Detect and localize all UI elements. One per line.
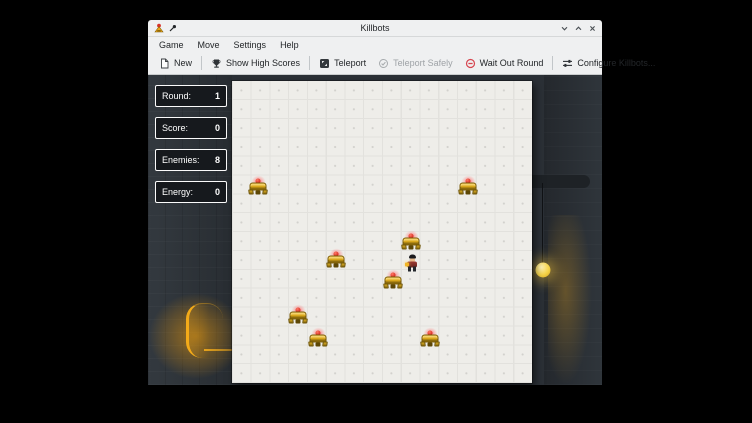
- robot-tread-left: [383, 284, 389, 289]
- stat-round-value: 1: [215, 91, 220, 101]
- menu-game[interactable]: Game: [152, 39, 191, 51]
- robot-tread-left: [308, 342, 314, 347]
- menu-settings[interactable]: Settings: [227, 39, 274, 51]
- enemy-robot: [459, 179, 478, 196]
- trophy-icon: [211, 58, 222, 69]
- robot-tread-left: [401, 245, 407, 250]
- toolbar-button-label: Teleport Safely: [393, 58, 453, 68]
- robot-foot: [316, 343, 321, 347]
- teleport-icon: [319, 58, 330, 69]
- toolbar-button-label: Configure Killbots...: [577, 58, 655, 68]
- robot-tread-right: [415, 245, 421, 250]
- enemy-robot: [309, 331, 328, 348]
- window-content: Round: 1 Score: 0 Enemies: 8 Energy: 0: [148, 75, 602, 385]
- enemy-robot: [384, 273, 403, 290]
- stat-enemies: Enemies: 8: [155, 149, 227, 171]
- stat-energy: Energy: 0: [155, 181, 227, 203]
- toolbar-button-label: Wait Out Round: [480, 58, 544, 68]
- robot-tread-right: [322, 342, 328, 347]
- stat-energy-value: 0: [215, 187, 220, 197]
- configure-icon: [562, 58, 573, 69]
- robot-foot: [256, 191, 261, 195]
- toolbar-button-teleport-safely[interactable]: Teleport Safely: [372, 56, 459, 71]
- stat-enemies-value: 8: [215, 155, 220, 165]
- robot-foot: [391, 285, 396, 289]
- robot-tread-left: [458, 190, 464, 195]
- toolbar-separator: [552, 56, 553, 70]
- enemy-robot: [421, 331, 440, 348]
- robot-foot: [409, 246, 414, 250]
- stat-score-value: 0: [215, 123, 220, 133]
- theme-lamp-ball: [536, 263, 551, 278]
- titlebar[interactable]: Killbots: [148, 20, 602, 37]
- menu-help[interactable]: Help: [273, 39, 306, 51]
- toolbar-button-teleport[interactable]: Teleport: [313, 56, 372, 71]
- window-title: Killbots: [148, 23, 602, 33]
- minimize-button[interactable]: [560, 24, 569, 33]
- stat-score-label: Score:: [162, 123, 188, 133]
- teleport-safely-icon: [378, 58, 389, 69]
- robot-tread-right: [434, 342, 440, 347]
- game-board[interactable]: [232, 81, 532, 383]
- enemy-robot: [289, 308, 308, 325]
- new-document-icon: [159, 58, 170, 69]
- killbots-app-icon: [154, 23, 164, 33]
- hero-legs: [408, 267, 411, 272]
- toolbar-button-show-high-scores[interactable]: Show High Scores: [205, 56, 306, 71]
- desktop: { "window": { "title": "Killbots" }, "me…: [0, 0, 752, 423]
- toolbar-separator: [309, 56, 310, 70]
- toolbar-button-label: Teleport: [334, 58, 366, 68]
- pin-icon[interactable]: [168, 24, 177, 33]
- toolbar: New Show High Scores Teleport: [148, 52, 602, 75]
- stat-score: Score: 0: [155, 117, 227, 139]
- robot-foot: [466, 191, 471, 195]
- robot-foot: [428, 343, 433, 347]
- theme-glow-right: [548, 215, 592, 385]
- toolbar-separator: [201, 56, 202, 70]
- robot-tread-left: [288, 319, 294, 324]
- toolbar-button-wait-out-round[interactable]: Wait Out Round: [459, 56, 550, 71]
- robot-tread-left: [420, 342, 426, 347]
- close-button[interactable]: [588, 24, 597, 33]
- enemy-robot: [327, 252, 346, 269]
- robot-tread-right: [472, 190, 478, 195]
- titlebar-icons: [148, 23, 177, 33]
- menu-move[interactable]: Move: [191, 39, 227, 51]
- robot-foot: [296, 320, 301, 324]
- stat-enemies-label: Enemies:: [162, 155, 200, 165]
- killbots-window: Killbots Game Move Settings Help: [148, 20, 602, 385]
- window-controls: [560, 20, 597, 36]
- toolbar-button-label: New: [174, 58, 192, 68]
- robot-tread-right: [340, 263, 346, 268]
- robot-foot: [334, 264, 339, 268]
- toolbar-button-configure-killbots[interactable]: Configure Killbots...: [556, 56, 661, 71]
- theme-lamp-mount: [526, 175, 590, 188]
- robot-tread-left: [248, 190, 254, 195]
- robot-tread-right: [302, 319, 308, 324]
- wait-out-round-icon: [465, 58, 476, 69]
- enemy-robot: [249, 179, 268, 196]
- toolbar-button-label: Show High Scores: [226, 58, 300, 68]
- stat-round-label: Round:: [162, 91, 191, 101]
- robot-tread-right: [262, 190, 268, 195]
- robot-tread-right: [397, 284, 403, 289]
- stat-energy-label: Energy:: [162, 187, 193, 197]
- hero: [406, 255, 418, 272]
- theme-lamp-cord: [542, 183, 543, 263]
- maximize-button[interactable]: [574, 24, 583, 33]
- stat-round: Round: 1: [155, 85, 227, 107]
- menubar: Game Move Settings Help: [148, 37, 602, 52]
- enemy-robot: [402, 234, 421, 251]
- toolbar-button-new[interactable]: New: [153, 56, 198, 71]
- robot-tread-left: [326, 263, 332, 268]
